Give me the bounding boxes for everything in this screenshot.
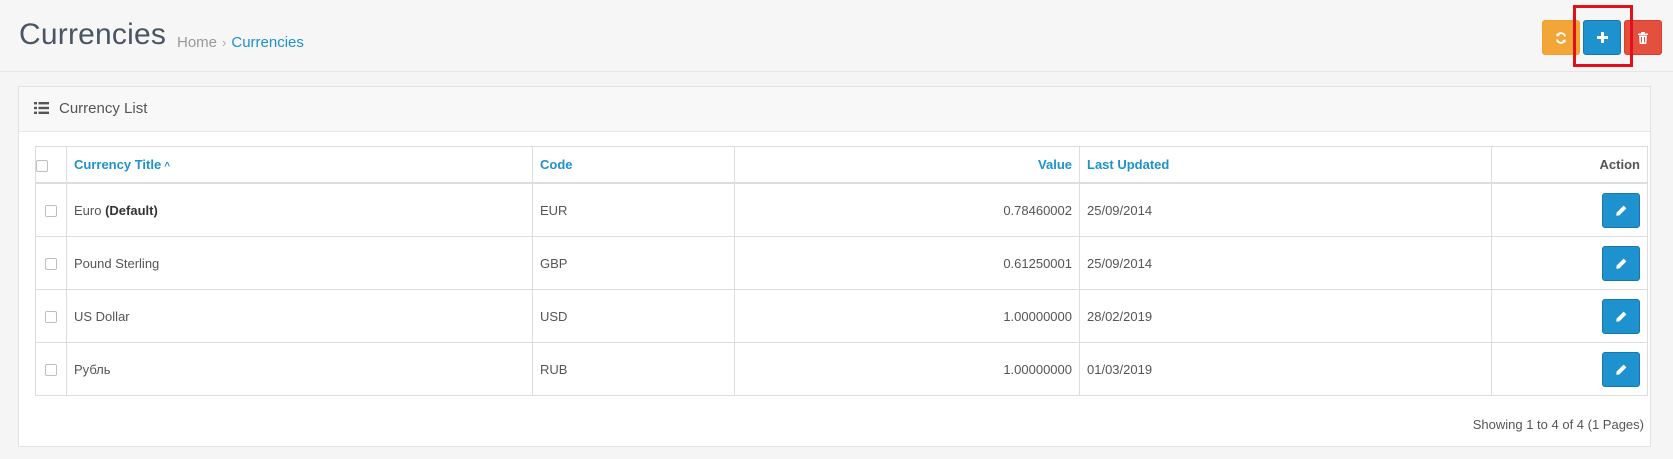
column-header-title: Currency Title ^	[66, 146, 533, 184]
row-checkbox[interactable]	[45, 364, 57, 377]
sort-by-code-link[interactable]: Code	[540, 157, 573, 172]
currency-value: 0.61250001	[734, 236, 1080, 290]
refresh-icon	[1556, 31, 1566, 44]
currency-value: 0.78460002	[734, 182, 1080, 237]
default-label: (Default)	[105, 202, 158, 218]
currency-title: Рубль	[74, 361, 111, 377]
edit-button[interactable]	[1602, 192, 1640, 228]
panel-heading: Currency List	[19, 87, 1650, 132]
currency-title-cell: Euro (Default)	[66, 182, 533, 237]
select-all-checkbox[interactable]	[36, 159, 48, 172]
currency-table: Currency Title ^ Code Value Last Updated …	[35, 146, 1648, 396]
action-cell	[1491, 236, 1648, 290]
currency-value: 1.00000000	[734, 289, 1080, 343]
column-title-label: Currency Title	[74, 157, 162, 172]
page-header: Currencies Home › Currencies	[0, 0, 1673, 72]
table-row: Pound Sterling GBP 0.61250001 25/09/2014	[35, 236, 1648, 290]
column-header-action: Action	[1491, 146, 1648, 184]
sort-by-date-link[interactable]: Last Updated	[1087, 157, 1169, 172]
currency-code: USD	[532, 289, 735, 343]
select-all-cell	[35, 146, 67, 184]
breadcrumb-separator: ›	[222, 35, 227, 50]
row-select-cell	[35, 236, 67, 290]
column-header-value: Value	[734, 146, 1080, 184]
trash-icon	[1638, 31, 1648, 44]
currency-last-updated: 25/09/2014	[1079, 182, 1492, 237]
currency-code: GBP	[532, 236, 735, 290]
currency-title: Pound Sterling	[74, 255, 160, 271]
breadcrumb-currencies-link[interactable]: Currencies	[231, 34, 304, 51]
currency-code: RUB	[532, 342, 735, 396]
pagination-summary: Showing 1 to 4 of 4 (1 Pages)	[1472, 417, 1644, 432]
edit-button[interactable]	[1602, 298, 1640, 334]
row-select-cell	[35, 342, 67, 396]
edit-button[interactable]	[1602, 245, 1640, 281]
panel-title: Currency List	[59, 100, 148, 117]
table-row: Рубль RUB 1.00000000 01/03/2019	[35, 342, 1648, 396]
pencil-icon	[1615, 311, 1626, 322]
sort-by-value-link[interactable]: Value	[1038, 157, 1072, 172]
row-select-cell	[35, 182, 67, 237]
row-checkbox[interactable]	[45, 258, 57, 271]
currency-title-cell: Рубль	[66, 342, 533, 396]
table-row: US Dollar USD 1.00000000 28/02/2019	[35, 289, 1648, 343]
currency-title: Euro	[74, 202, 102, 218]
breadcrumb: Home › Currencies	[177, 34, 304, 51]
column-header-last-updated: Last Updated	[1079, 146, 1492, 184]
currency-last-updated: 25/09/2014	[1079, 236, 1492, 290]
action-cell	[1491, 182, 1648, 237]
action-cell	[1491, 342, 1648, 396]
page-title: Currencies	[19, 18, 167, 51]
table-header-row: Currency Title ^ Code Value Last Updated …	[35, 146, 1648, 184]
sort-ascending-icon: ^	[164, 161, 171, 172]
currency-list-panel: Currency List Currency Title ^ Code Value…	[18, 86, 1651, 447]
column-header-code: Code	[532, 146, 735, 184]
row-select-cell	[35, 289, 67, 343]
pencil-icon	[1615, 364, 1626, 375]
pencil-icon	[1615, 205, 1626, 216]
currency-last-updated: 01/03/2019	[1079, 342, 1492, 396]
currency-title-cell: US Dollar	[66, 289, 533, 343]
currency-title: US Dollar	[74, 308, 130, 324]
currency-last-updated: 28/02/2019	[1079, 289, 1492, 343]
sort-by-title-link[interactable]: Currency Title ^	[74, 157, 170, 172]
row-checkbox[interactable]	[45, 205, 57, 218]
pencil-icon	[1615, 258, 1626, 269]
breadcrumb-home-link[interactable]: Home	[177, 34, 217, 51]
action-cell	[1491, 289, 1648, 343]
list-icon	[34, 102, 49, 114]
currency-title-cell: Pound Sterling	[66, 236, 533, 290]
row-checkbox[interactable]	[45, 311, 57, 324]
table-row: Euro (Default) EUR 0.78460002 25/09/2014	[35, 182, 1648, 237]
currency-code: EUR	[532, 182, 735, 237]
currency-value: 1.00000000	[734, 342, 1080, 396]
edit-button[interactable]	[1602, 351, 1640, 387]
annotation-highlight-box	[1573, 5, 1633, 67]
